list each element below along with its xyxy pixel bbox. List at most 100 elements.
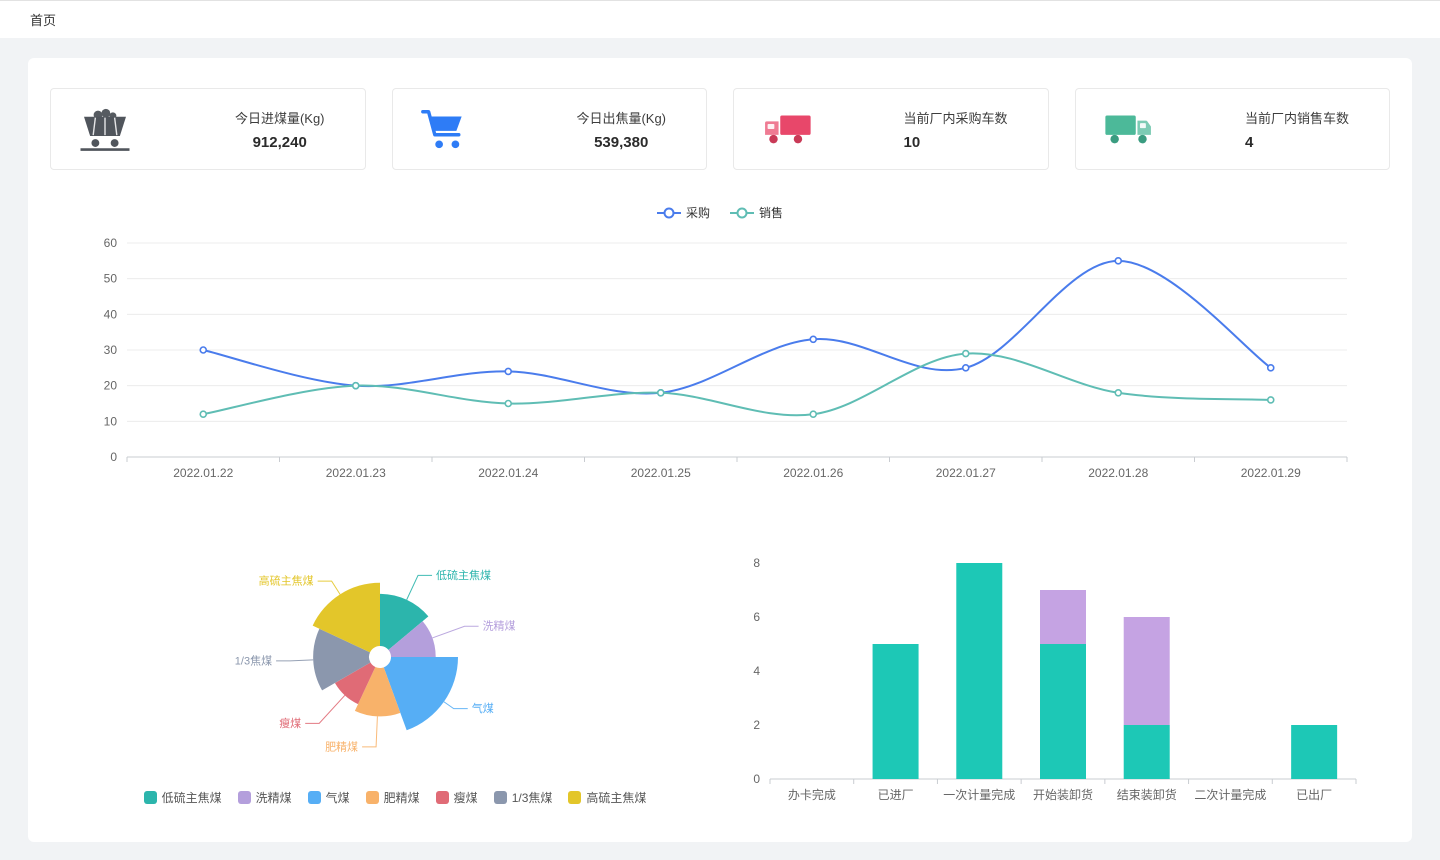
data-point bbox=[200, 347, 206, 353]
stat-card-sales-trucks: 当前厂内销售车数 4 bbox=[1075, 88, 1391, 170]
pie-label-line bbox=[318, 581, 340, 594]
y-axis-label: 60 bbox=[104, 236, 118, 250]
legend-label: 高硫主焦煤 bbox=[586, 789, 646, 806]
pie-legend-item-4[interactable]: 瘦煤 bbox=[436, 789, 478, 806]
x-axis-label: 2022.01.27 bbox=[936, 466, 996, 480]
stat-label: 今日进煤量(Kg) bbox=[235, 108, 325, 127]
legend-swatch-icon bbox=[494, 791, 507, 804]
bar-segment-0[interactable] bbox=[956, 563, 1002, 779]
legend-label: 洗精煤 bbox=[256, 789, 292, 806]
stat-card-coal-intake: 今日进煤量(Kg) 912,240 bbox=[50, 88, 366, 170]
purchase-sales-line-chart: 01020304050602022.01.222022.01.232022.01… bbox=[65, 225, 1375, 497]
y-axis-label: 0 bbox=[110, 450, 117, 464]
pie-legend-item-6[interactable]: 高硫主焦煤 bbox=[568, 789, 646, 806]
pie-label-line bbox=[362, 716, 377, 747]
legend-label: 肥精煤 bbox=[384, 789, 420, 806]
pie-legend-item-2[interactable]: 气煤 bbox=[308, 789, 350, 806]
truck-inbound-icon bbox=[760, 108, 814, 150]
legend-label: 销售 bbox=[759, 204, 783, 221]
pie-slice-2[interactable] bbox=[384, 657, 458, 730]
bar-segment-1[interactable] bbox=[1124, 617, 1170, 725]
pie-slice-label: 高硫主焦煤 bbox=[259, 574, 314, 588]
y-axis-label: 10 bbox=[104, 414, 118, 428]
data-point bbox=[658, 390, 664, 396]
bar-segment-0[interactable] bbox=[1124, 725, 1170, 779]
bar-segment-0[interactable] bbox=[873, 644, 919, 779]
truck-status-bar-section: 02468办卡完成已进厂一次计量完成开始装卸货结束装卸货二次计量完成已出厂 bbox=[728, 531, 1378, 818]
pie-chart-legend: 低硫主焦煤 洗精煤 气煤 肥精煤 瘦煤 1/3焦煤 高硫主焦煤 bbox=[144, 789, 647, 806]
bar-segment-1[interactable] bbox=[1040, 590, 1086, 644]
legend-label: 1/3焦煤 bbox=[512, 789, 553, 806]
legend-label: 低硫主焦煤 bbox=[162, 789, 222, 806]
pie-slice-label: 洗精煤 bbox=[483, 620, 516, 633]
x-axis-label: 已进厂 bbox=[878, 788, 914, 802]
breadcrumb-home[interactable]: 首页 bbox=[30, 10, 56, 29]
x-axis-label: 2022.01.23 bbox=[326, 466, 386, 480]
x-axis-label: 2022.01.24 bbox=[478, 466, 538, 480]
legend-marker-icon bbox=[657, 212, 681, 214]
y-axis-label: 6 bbox=[753, 610, 760, 624]
data-point bbox=[1268, 397, 1274, 403]
x-axis-label: 一次计量完成 bbox=[943, 787, 1015, 802]
stat-card-purchase-trucks: 当前厂内采购车数 10 bbox=[733, 88, 1049, 170]
pie-slice-label: 瘦煤 bbox=[279, 716, 301, 730]
data-point bbox=[1115, 258, 1121, 264]
legend-label: 采购 bbox=[686, 204, 710, 221]
data-point bbox=[810, 336, 816, 342]
bar-segment-0[interactable] bbox=[1040, 644, 1086, 779]
x-axis-label: 已出厂 bbox=[1296, 788, 1332, 802]
dashboard-panel: 今日进煤量(Kg) 912,240 今日出焦量(Kg) 539,380 bbox=[28, 58, 1412, 842]
pie-legend-item-5[interactable]: 1/3焦煤 bbox=[494, 789, 553, 806]
truck-outbound-icon bbox=[1102, 108, 1156, 150]
data-point bbox=[353, 383, 359, 389]
bar-segment-0[interactable] bbox=[1291, 725, 1337, 779]
y-axis-label: 4 bbox=[753, 664, 760, 678]
stat-label: 当前厂内采购车数 bbox=[903, 108, 1007, 127]
y-axis-label: 0 bbox=[753, 772, 760, 786]
stat-label: 今日出焦量(Kg) bbox=[576, 108, 666, 127]
pie-legend-item-1[interactable]: 洗精煤 bbox=[238, 789, 292, 806]
legend-label: 瘦煤 bbox=[454, 789, 478, 806]
pie-label-line bbox=[407, 575, 432, 599]
legend-swatch-icon bbox=[568, 791, 581, 804]
legend-item-0[interactable]: 采购 bbox=[657, 204, 710, 221]
x-axis-label: 2022.01.25 bbox=[631, 466, 691, 480]
pie-slice-label: 1/3焦煤 bbox=[235, 654, 272, 667]
y-axis-label: 40 bbox=[104, 307, 118, 321]
stat-value: 10 bbox=[903, 134, 1007, 151]
top-navigation-bar: 首页 bbox=[0, 0, 1440, 38]
x-axis-label: 结束装卸货 bbox=[1117, 787, 1177, 802]
pie-slice-label: 气煤 bbox=[472, 701, 494, 715]
stats-row: 今日进煤量(Kg) 912,240 今日出焦量(Kg) 539,380 bbox=[28, 80, 1412, 170]
stat-value: 539,380 bbox=[576, 134, 666, 151]
legend-item-1[interactable]: 销售 bbox=[730, 204, 783, 221]
x-axis-label: 2022.01.26 bbox=[783, 466, 843, 480]
x-axis-label: 2022.01.28 bbox=[1088, 466, 1148, 480]
y-axis-label: 2 bbox=[753, 718, 760, 732]
legend-swatch-icon bbox=[436, 791, 449, 804]
legend-swatch-icon bbox=[366, 791, 379, 804]
coal-type-rose-chart: 低硫主焦煤洗精煤气煤肥精煤瘦煤1/3焦煤高硫主焦煤 bbox=[65, 531, 725, 779]
y-axis-label: 20 bbox=[104, 379, 118, 393]
pie-label-line bbox=[444, 702, 468, 709]
legend-swatch-icon bbox=[238, 791, 251, 804]
pie-label-line bbox=[432, 626, 478, 638]
mine-cart-icon bbox=[77, 106, 133, 152]
legend-swatch-icon bbox=[144, 791, 157, 804]
x-axis-label: 开始装卸货 bbox=[1033, 787, 1093, 802]
pie-legend-item-3[interactable]: 肥精煤 bbox=[366, 789, 420, 806]
data-point bbox=[1268, 365, 1274, 371]
pie-legend-item-0[interactable]: 低硫主焦煤 bbox=[144, 789, 222, 806]
data-point bbox=[1115, 390, 1121, 396]
purchase-sales-trend-section: 采购销售 01020304050602022.01.222022.01.2320… bbox=[28, 204, 1412, 497]
data-point bbox=[200, 411, 206, 417]
legend-label: 气煤 bbox=[326, 789, 350, 806]
data-point bbox=[963, 351, 969, 357]
data-point bbox=[963, 365, 969, 371]
pie-slice-label: 肥精煤 bbox=[325, 740, 358, 753]
series-line-1 bbox=[203, 353, 1271, 415]
x-axis-label: 2022.01.29 bbox=[1241, 466, 1301, 480]
y-axis-label: 30 bbox=[104, 343, 118, 357]
x-axis-label: 二次计量完成 bbox=[1194, 787, 1266, 802]
series-line-0 bbox=[203, 261, 1271, 394]
